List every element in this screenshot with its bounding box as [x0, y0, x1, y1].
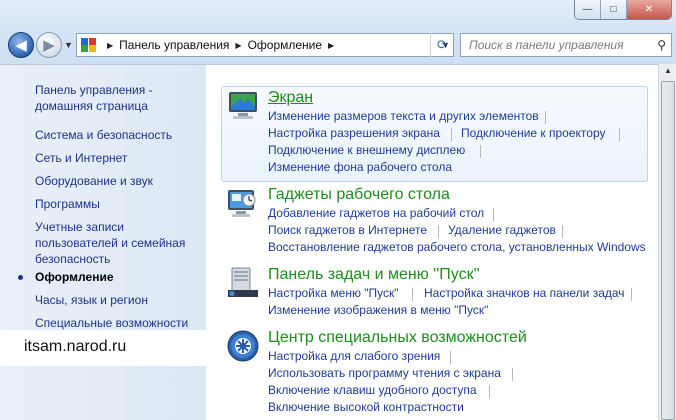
accessibility-icon	[227, 330, 259, 362]
task-separator	[489, 385, 490, 398]
task-find-gadgets[interactable]: Поиск гаджетов в Интернете	[268, 223, 427, 237]
scroll-up-arrow-icon[interactable]: ▲	[660, 66, 676, 80]
breadcrumb-appearance[interactable]: Оформление	[248, 38, 322, 52]
task-change-background[interactable]: Изменение фона рабочего стола	[268, 160, 452, 174]
display-icon	[229, 92, 257, 119]
category-title-taskbar[interactable]: Панель задач и меню ''Пуск''	[268, 266, 480, 284]
task-sticky-keys[interactable]: Включение клавиш удобного доступа	[268, 383, 477, 397]
task-separator	[438, 225, 439, 238]
task-screen-resolution[interactable]: Настройка разрешения экрана	[268, 126, 440, 140]
recent-pages-dropdown[interactable]: ▼	[64, 40, 73, 50]
task-separator	[493, 208, 494, 221]
sidebar-item-system-security[interactable]: Система и безопасность	[35, 127, 172, 143]
task-separator	[545, 111, 546, 124]
sidebar-item-appearance[interactable]: Оформление	[35, 269, 114, 285]
task-separator	[619, 128, 620, 141]
task-separator	[412, 288, 413, 301]
breadcrumb-separator-icon[interactable]: ▶	[328, 41, 334, 50]
maximize-button[interactable]: □	[601, 0, 627, 19]
refresh-icon: ⟳	[437, 37, 448, 52]
vertical-scrollbar[interactable]: ▲	[658, 64, 676, 420]
task-start-menu-picture[interactable]: Изменение изображения в меню "Пуск"	[268, 303, 488, 317]
task-separator	[480, 145, 481, 158]
close-button[interactable]: ✕	[627, 0, 671, 19]
category-title-ease-of-access[interactable]: Центр специальных возможностей	[268, 329, 527, 347]
category-title-gadgets[interactable]: Гаджеты рабочего стола	[268, 186, 450, 204]
task-separator	[451, 128, 452, 141]
forward-button[interactable]: ▶	[36, 32, 62, 58]
back-button[interactable]: ◀	[8, 32, 34, 58]
watermark-text: itsam.narod.ru	[0, 330, 206, 366]
task-change-text-size[interactable]: Изменение размеров текста и других элеме…	[268, 109, 539, 123]
task-high-contrast[interactable]: Включение высокой контрастности	[268, 400, 464, 414]
task-remove-gadgets[interactable]: Удаление гаджетов	[448, 223, 556, 237]
task-separator	[450, 351, 451, 364]
breadcrumb-separator-icon[interactable]: ▶	[107, 41, 113, 50]
task-external-display[interactable]: Подключение к внешнему дисплею	[268, 143, 465, 157]
sidebar-item-home[interactable]: Панель управления - домашняя страница	[35, 82, 153, 114]
task-screen-reader[interactable]: Использовать программу чтения с экрана	[268, 366, 501, 380]
sidebar: Панель управления - домашняя страница Си…	[0, 64, 206, 420]
sidebar-item-accessibility[interactable]: Специальные возможности	[35, 315, 188, 331]
task-separator	[512, 368, 513, 381]
back-arrow-icon: ◀	[15, 37, 27, 54]
task-add-gadgets[interactable]: Добавление гаджетов на рабочий стол	[268, 206, 484, 220]
breadcrumb-control-panel[interactable]: Панель управления	[119, 38, 229, 52]
active-item-bullet	[18, 275, 23, 280]
task-taskbar-icons[interactable]: Настройка значков на панели задач	[424, 286, 625, 300]
search-icon[interactable]: ⚲	[657, 38, 666, 52]
task-connect-projector[interactable]: Подключение к проектору	[461, 126, 606, 140]
sidebar-item-hardware-sound[interactable]: Оборудование и звук	[35, 173, 153, 189]
task-separator	[562, 225, 563, 238]
category-title-display[interactable]: Экран	[268, 89, 313, 107]
window-controls: — □ ✕	[574, 0, 672, 20]
sidebar-item-programs[interactable]: Программы	[35, 196, 100, 212]
taskbar-icon	[228, 267, 258, 297]
search-box[interactable]: ⚲	[460, 33, 672, 57]
sidebar-item-user-accounts[interactable]: Учетные записи пользователей и семейная …	[35, 219, 185, 267]
breadcrumb-separator-icon[interactable]: ▶	[235, 41, 241, 50]
task-customize-start-menu[interactable]: Настройка меню "Пуск"	[268, 286, 399, 300]
sidebar-item-clock-language[interactable]: Часы, язык и регион	[35, 292, 148, 308]
task-low-vision[interactable]: Настройка для слабого зрения	[268, 349, 440, 363]
refresh-button[interactable]: ⟳	[430, 33, 454, 57]
minimize-button[interactable]: —	[575, 0, 601, 19]
forward-arrow-icon: ▶	[43, 37, 55, 54]
task-restore-gadgets[interactable]: Восстановление гаджетов рабочего стола, …	[268, 240, 646, 254]
address-bar[interactable]: ▶ Панель управления ▶ Оформление ▶ ▼	[76, 33, 454, 57]
main-content: Экран Изменение размеров текста и других…	[206, 64, 658, 420]
gadgets-icon	[228, 190, 256, 217]
sidebar-item-network[interactable]: Сеть и Интернет	[35, 150, 127, 166]
task-separator	[631, 288, 632, 301]
control-panel-icon	[81, 38, 97, 52]
search-input[interactable]	[469, 38, 649, 52]
scrollbar-thumb[interactable]	[661, 81, 675, 420]
